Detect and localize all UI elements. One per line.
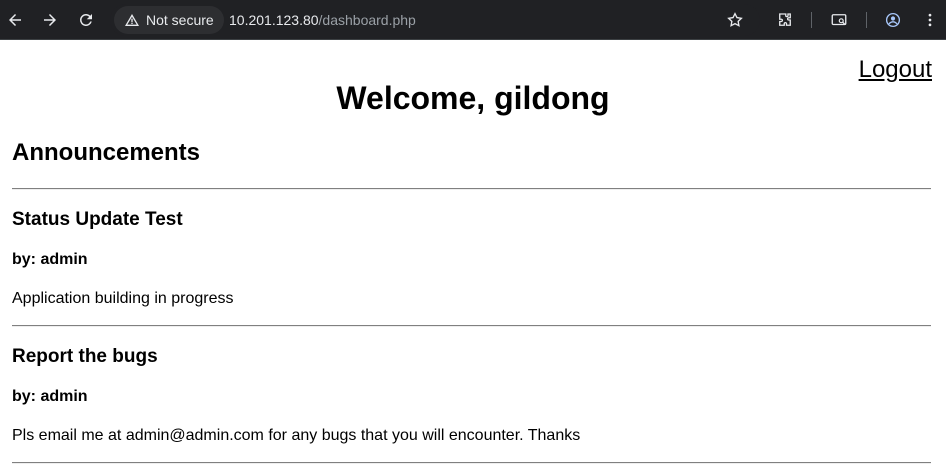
bookmark-button[interactable] [721, 6, 749, 34]
page-title: Welcome, gildong [336, 80, 610, 116]
address-bar[interactable]: Not secure 10.201.123.80/dashboard.php [110, 4, 760, 36]
page-content: Logout Welcome, gildong Announcements St… [0, 40, 946, 469]
extensions-button[interactable] [771, 6, 799, 34]
forward-button[interactable] [36, 6, 64, 34]
menu-button[interactable] [916, 6, 944, 34]
account-icon [885, 12, 901, 28]
star-icon [727, 12, 743, 27]
toolbar-divider [866, 12, 867, 28]
announcement-author: by: admin [12, 388, 88, 405]
announcements-heading: Announcements [12, 139, 201, 166]
forward-arrow-icon [44, 14, 56, 26]
kebab-menu-icon [928, 13, 932, 27]
reload-icon [79, 13, 92, 26]
back-button[interactable] [1, 6, 29, 34]
puzzle-icon [779, 13, 791, 26]
announcement-title: Report the bugs [12, 346, 158, 367]
back-arrow-icon [9, 14, 21, 26]
profile-button[interactable] [879, 6, 907, 34]
divider [12, 462, 931, 464]
reload-button[interactable] [72, 6, 100, 34]
url-text[interactable]: 10.201.123.80/dashboard.php [229, 12, 416, 28]
url-path: /dashboard.php [318, 12, 416, 28]
divider [12, 188, 931, 190]
announcement-body: Pls email me at admin@admin.com for any … [12, 427, 581, 444]
announcement-author: by: admin [12, 251, 88, 268]
divider [12, 325, 931, 327]
url-host: 10.201.123.80 [229, 12, 319, 28]
warning-icon [125, 14, 139, 26]
media-button[interactable] [825, 6, 853, 34]
security-indicator[interactable]: Not secure [114, 6, 224, 34]
security-label: Not secure [146, 12, 214, 28]
browser-toolbar: Not secure 10.201.123.80/dashboard.php [0, 0, 946, 40]
announcement-title: Status Update Test [12, 209, 183, 230]
toolbar-divider [811, 12, 812, 28]
announcement-body: Application building in progress [12, 290, 234, 307]
screen-search-icon [831, 14, 847, 26]
